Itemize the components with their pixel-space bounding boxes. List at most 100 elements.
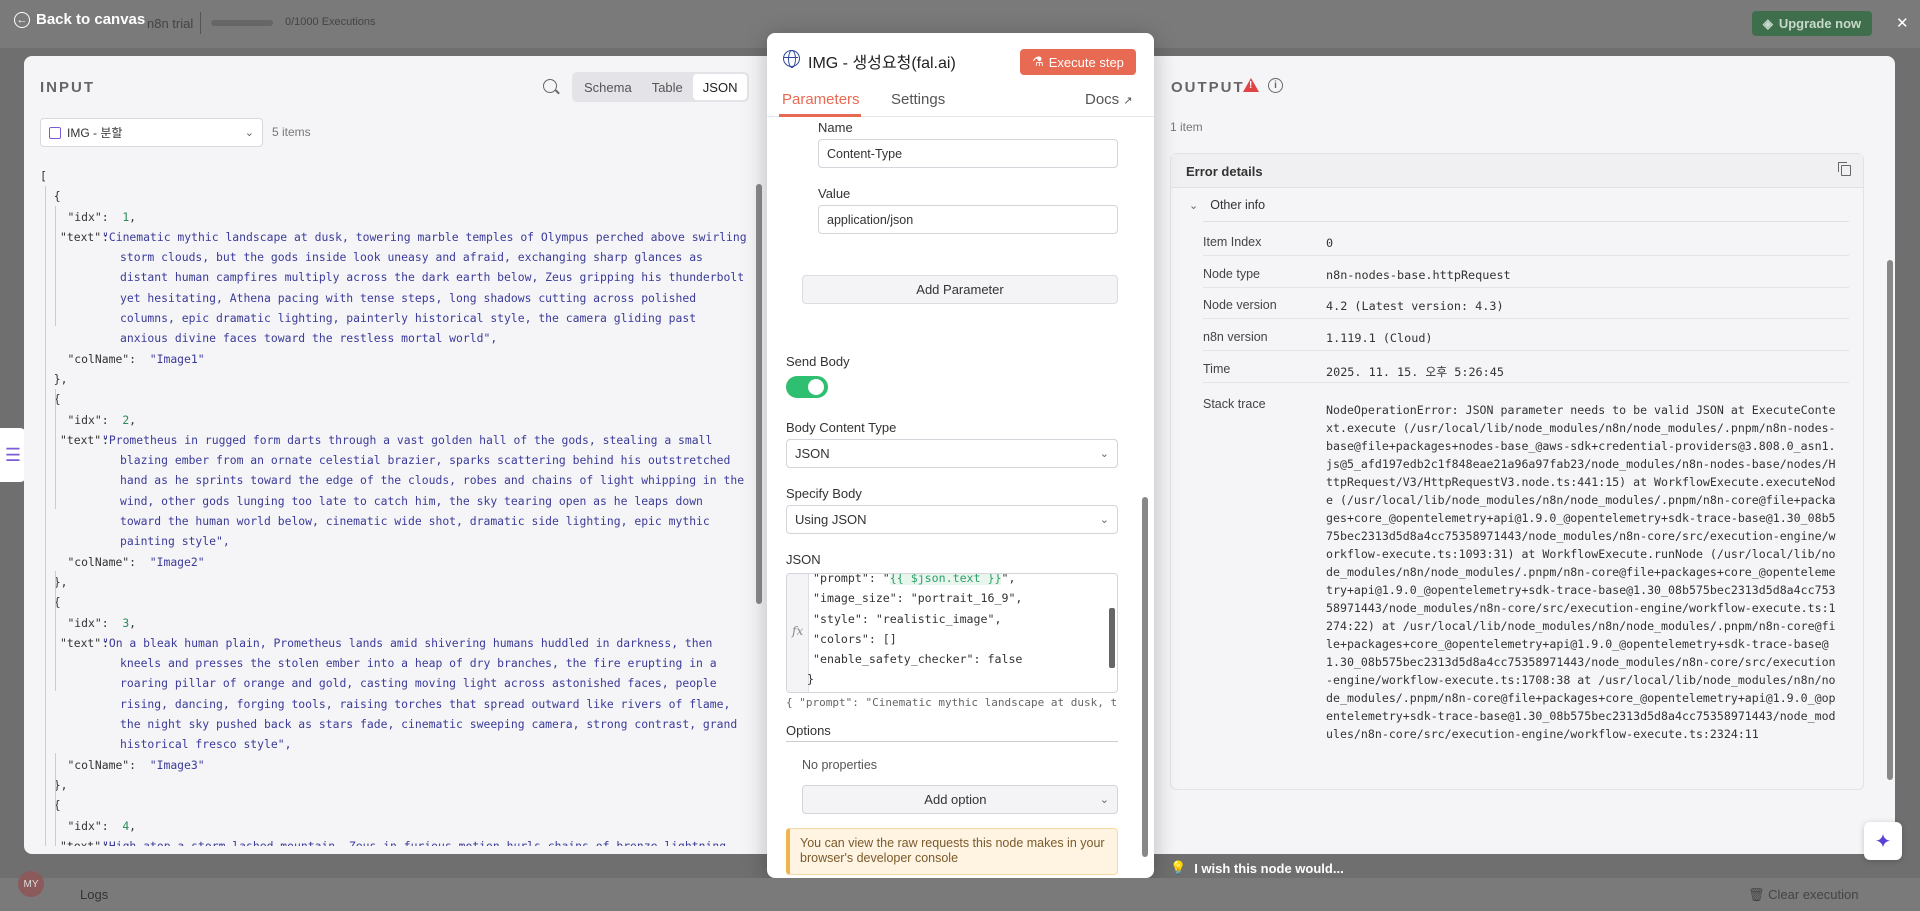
other-info-label: Other info [1210,198,1266,212]
split-node-icon [49,126,61,139]
chevron-down-icon: ⌄ [244,127,254,139]
row-label-node-type: Node type [1203,267,1260,281]
stack-trace: NodeOperationError: JSON parameter needs… [1326,403,1836,741]
search-icon[interactable] [543,79,557,93]
upgrade-label: Upgrade now [1778,16,1862,31]
code-line: "enable_safety_checker": false [813,652,1023,667]
row-label-node-version: Node version [1203,298,1277,312]
ai-assistant-button[interactable]: ✦ [1864,822,1902,860]
header-name-label: Name [818,120,853,135]
node-header: IMG - 생성요청(fal.ai) ⚗ Execute step Parame… [767,33,1154,117]
copy-icon[interactable] [1838,162,1851,176]
item-colname: "Image3" [149,757,205,772]
divider [1203,221,1849,222]
executions-progress-bar [211,20,273,26]
code-template: {{ $json.text }} [889,573,1002,585]
specify-body-select[interactable]: Using JSON ⌄ [786,505,1118,534]
item-text: "Prometheus in rugged form darts through… [102,432,745,549]
upgrade-button[interactable]: ◈ Upgrade now [1752,11,1872,36]
row-label-time: Time [1203,362,1231,376]
code-line: "image_size": "portrait_16_9", [813,591,1023,606]
row-label-n8n-version: n8n version [1203,330,1268,344]
logs-label[interactable]: Logs [80,887,108,902]
tab-json[interactable]: JSON [692,74,748,100]
output-panel: OUTPUT i 1 item Error details ⌄ Other in… [1152,56,1895,854]
flask-icon: ⚗ [1032,54,1044,69]
docs-link[interactable]: Docs ↗ [1085,91,1133,108]
editor-scrollbar[interactable] [1108,586,1116,684]
error-header: Error details [1171,154,1863,188]
external-link-icon: ↗ [1123,95,1133,107]
item-idx: 1 [122,209,130,224]
indent-guide [55,753,56,846]
header-name-input[interactable]: Content-Type [818,139,1118,168]
body-content-type-value: JSON [795,446,830,461]
trash-icon: 🗑 [1748,887,1765,902]
divider [1203,350,1849,351]
row-label-item-index: Item Index [1203,235,1262,249]
node-list-icon[interactable]: ☰ [0,428,26,482]
node-panel-scrollbar[interactable] [1140,117,1150,878]
output-title: OUTPUT [1171,79,1245,96]
developer-console-notice: You can view the raw requests this node … [786,828,1118,875]
executions-count: 0/1000 Executions [285,16,376,28]
tab-parameters[interactable]: Parameters [782,91,860,108]
chevron-down-icon: ⌄ [1189,199,1199,212]
execute-step-button[interactable]: ⚗ Execute step [1020,49,1136,75]
divider [1203,287,1849,288]
add-option-label: Add option [924,792,987,807]
node-title[interactable]: IMG - 생성요청(fal.ai) [808,49,956,73]
item-idx: 2 [122,412,130,427]
chevron-down-icon: ⌄ [1099,514,1109,526]
send-body-toggle[interactable] [786,376,828,398]
tab-schema[interactable]: Schema [574,74,642,100]
scroll-thumb[interactable] [756,184,762,604]
divider [1203,255,1849,256]
expression-icon: fx [792,624,804,638]
body-content-type-select[interactable]: JSON ⌄ [786,439,1118,468]
scroll-thumb[interactable] [1142,497,1148,857]
bottom-bar [0,878,1920,911]
feedback-prompt[interactable]: 💡 I wish this node would... [1170,860,1344,876]
back-to-canvas-button[interactable]: ← Back to canvas [14,11,145,28]
scroll-thumb[interactable] [1109,608,1115,668]
sparkle-icon: ✦ [1874,830,1892,853]
scroll-thumb[interactable] [1887,260,1893,780]
avatar[interactable]: MY [18,871,44,897]
input-node-select[interactable]: IMG - 분할 ⌄ [40,118,263,147]
item-idx: 3 [122,615,130,630]
send-body-label: Send Body [786,354,850,369]
tab-table[interactable]: Table [642,74,693,100]
error-details-card: Error details ⌄ Other info Item Index 0 … [1170,153,1864,790]
warning-icon [1243,78,1259,92]
add-option-button[interactable]: Add option ⌄ [802,785,1118,814]
specify-body-value: Using JSON [795,512,867,527]
no-properties-text: No properties [802,758,878,772]
header-value-input[interactable]: application/json [818,205,1118,234]
close-icon[interactable]: ✕ [1896,14,1909,32]
clear-execution-button[interactable]: 🗑 Clear execution [1748,887,1858,903]
json-viewer: [ { "idx": 1, "text": "Cinematic mythic … [40,166,750,846]
item-colname: "Image2" [149,554,205,569]
trial-label: n8n trial [147,16,194,31]
row-value-n8n-version: 1.119.1 (Cloud) [1326,331,1433,345]
specify-body-label: Specify Body [786,486,862,501]
output-scrollbar[interactable] [1885,150,1895,790]
json-body-editor[interactable]: fx "prompt": "{{ $json.text }}", "image_s… [786,573,1118,693]
input-title: INPUT [40,79,95,96]
execute-label: Execute step [1048,54,1124,70]
header-value-label: Value [818,186,851,201]
code-line: "prompt": "{{ $json.text }}", [813,573,1016,585]
info-icon[interactable]: i [1268,78,1283,93]
input-node-name: IMG - 분할 [67,126,123,140]
item-colname: "Image1" [149,351,205,366]
add-parameter-button[interactable]: Add Parameter [802,275,1118,304]
editor-gutter: fx [787,574,809,692]
item-text: "Cinematic mythic landscape at dusk, tow… [102,229,747,346]
input-scrollbar[interactable] [754,164,764,848]
tab-settings[interactable]: Settings [891,91,945,108]
code-line: "style": "realistic_image", [813,611,1002,626]
node-settings-panel: IMG - 생성요청(fal.ai) ⚗ Execute step Parame… [767,33,1154,878]
other-info-toggle[interactable]: ⌄ Other info [1189,198,1265,212]
row-value-item-index: 0 [1326,236,1334,250]
